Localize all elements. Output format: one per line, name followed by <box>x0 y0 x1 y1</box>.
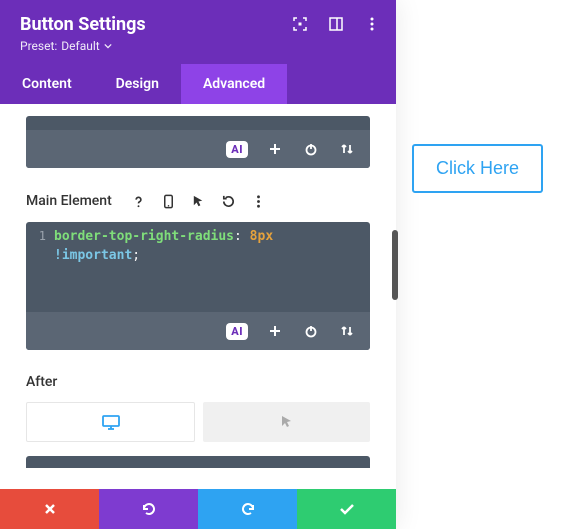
tab-design[interactable]: Design <box>94 64 181 104</box>
tab-content[interactable]: Content <box>0 64 94 104</box>
mobile-icon[interactable] <box>160 192 178 210</box>
tab-advanced[interactable]: Advanced <box>181 64 287 104</box>
preview-button[interactable]: Click Here <box>412 144 543 193</box>
line-number: 1 <box>26 228 46 245</box>
redo-button[interactable] <box>198 489 297 529</box>
section-label-icons <box>130 192 268 210</box>
css-property: border-top-right-radius <box>54 229 234 244</box>
panel-content: AI Main Element <box>0 104 396 529</box>
css-semicolon: ; <box>132 248 140 263</box>
reset-icon[interactable] <box>220 192 238 210</box>
scrollbar-thumb[interactable] <box>392 230 398 300</box>
section-main-element: Main Element <box>26 192 370 210</box>
help-icon[interactable] <box>130 192 148 210</box>
css-value: 8px <box>250 229 273 244</box>
code-box-main: 1 border-top-right-radius: 8px !importan… <box>26 222 370 350</box>
sort-arrows-icon[interactable] <box>338 140 356 158</box>
plus-icon[interactable] <box>266 140 284 158</box>
code-toolbar-main: AI <box>26 312 370 350</box>
code-area-prev[interactable] <box>26 116 370 130</box>
code-box-after[interactable] <box>26 456 370 468</box>
chevron-down-icon <box>104 39 112 53</box>
power-icon[interactable] <box>302 140 320 158</box>
responsive-tab-desktop[interactable] <box>26 402 195 442</box>
ai-badge-icon[interactable]: AI <box>226 323 248 340</box>
kebab-menu-icon[interactable] <box>250 192 268 210</box>
panel-layout-icon[interactable] <box>328 16 344 32</box>
css-important: !important <box>54 248 132 263</box>
kebab-menu-icon[interactable] <box>364 16 380 32</box>
code-area-main[interactable]: 1 border-top-right-radius: 8px !importan… <box>26 222 370 312</box>
tab-bar: Content Design Advanced <box>0 64 396 104</box>
line-gutter: 1 <box>26 228 54 306</box>
preset-value: Default <box>61 39 99 53</box>
code-box-prev: AI <box>26 116 370 168</box>
sort-arrows-icon[interactable] <box>338 322 356 340</box>
undo-button[interactable] <box>99 489 198 529</box>
preset-label: Preset: <box>20 39 57 53</box>
settings-panel: Button Settings Preset: Default Content … <box>0 0 396 529</box>
plus-icon[interactable] <box>266 322 284 340</box>
preset-selector[interactable]: Preset: Default <box>20 39 112 53</box>
responsive-tabs <box>26 402 370 442</box>
power-icon[interactable] <box>302 322 320 340</box>
code-content[interactable]: border-top-right-radius: 8px !important; <box>54 228 370 306</box>
responsive-tab-hover[interactable] <box>203 402 370 442</box>
save-button[interactable] <box>297 489 396 529</box>
header-actions <box>292 16 380 32</box>
section-label-text: Main Element <box>26 193 112 209</box>
focus-icon[interactable] <box>292 16 308 32</box>
close-button[interactable] <box>0 489 99 529</box>
panel-footer <box>0 489 396 529</box>
section-label-text: After <box>26 374 57 390</box>
section-after: After <box>26 374 370 390</box>
code-toolbar-prev: AI <box>26 130 370 168</box>
panel-header: Button Settings Preset: Default <box>0 0 396 64</box>
ai-badge-icon[interactable]: AI <box>226 141 248 158</box>
cursor-icon[interactable] <box>190 192 208 210</box>
css-colon: : <box>234 229 242 244</box>
